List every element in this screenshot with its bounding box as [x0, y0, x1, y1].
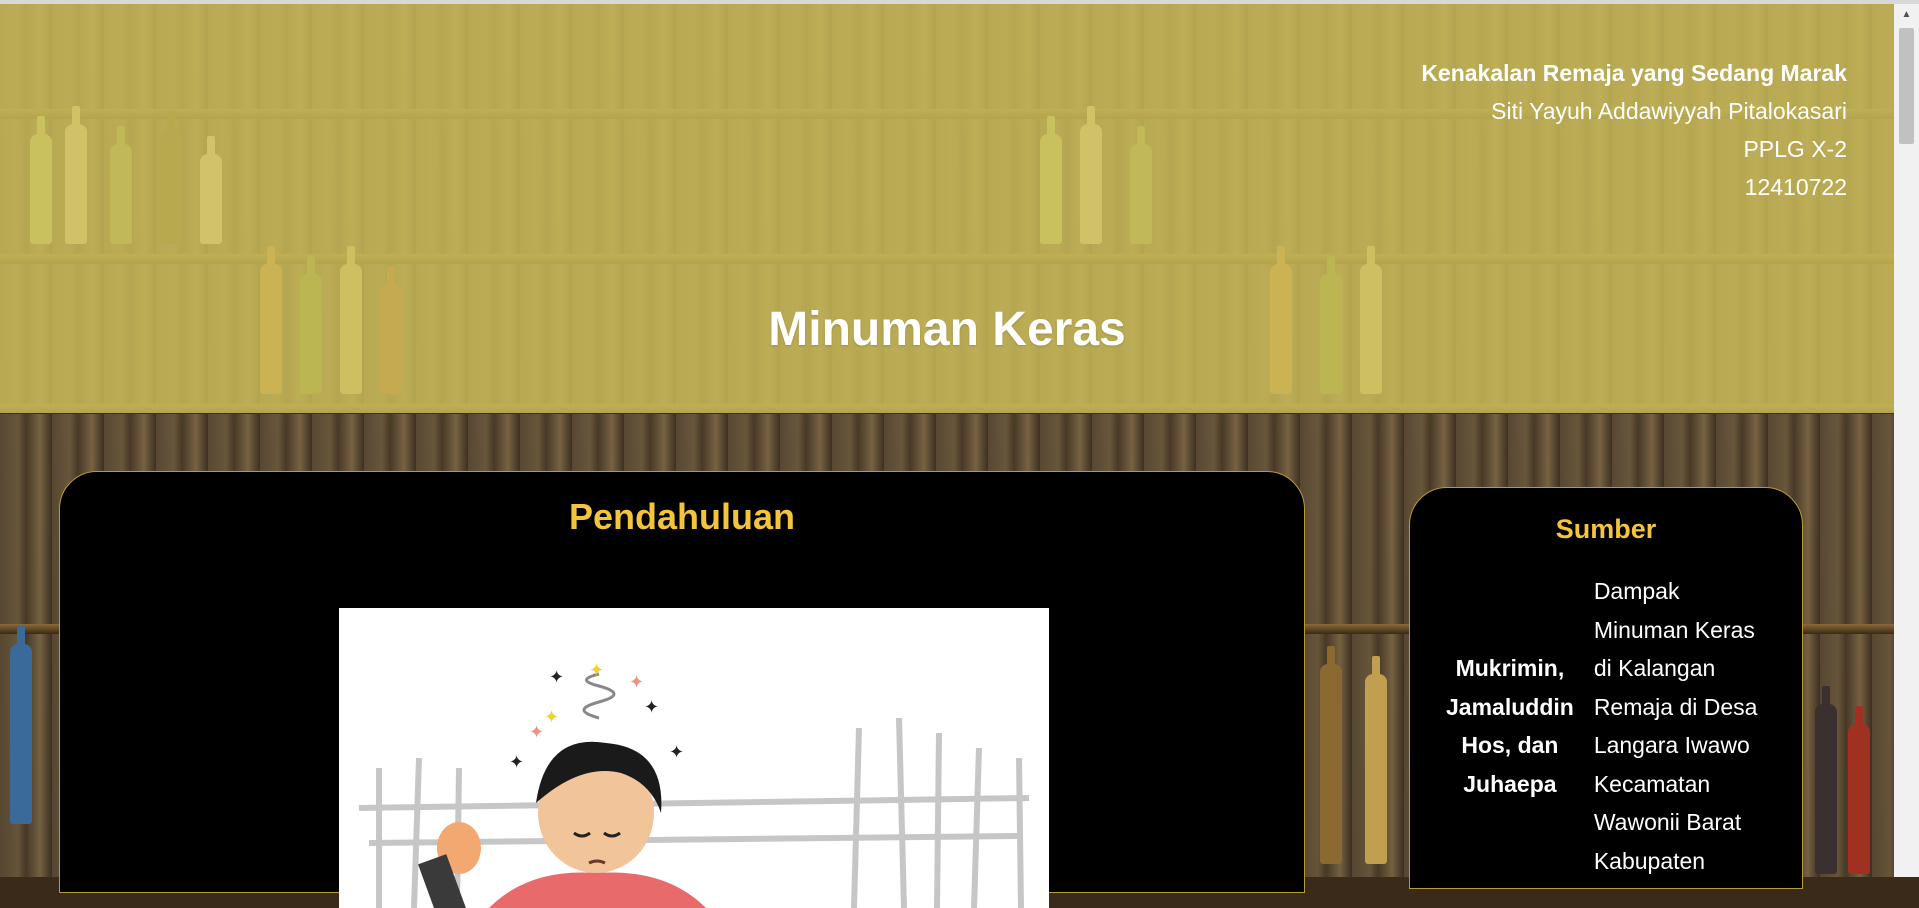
drunk-teen-illustration: ✦ ✦ ✦ ✦ ✦ ✦ ✦ ✦: [339, 608, 1049, 908]
sources-panel: Sumber Mukrimin, Jamaluddin Hos, dan Juh…: [1409, 487, 1803, 889]
page-title: Minuman Keras: [768, 303, 1126, 356]
table-row: Mukrimin, Jamaluddin Hos, dan Juhaepa Da…: [1436, 572, 1786, 880]
intro-panel: Pendahuluan ✦ ✦ ✦ ✦ ✦ ✦ ✦ ✦: [59, 471, 1305, 908]
svg-text:✦: ✦: [629, 672, 644, 692]
scrollbar-thumb[interactable]: [1899, 28, 1914, 144]
class-name: PPLG X-2: [1743, 136, 1847, 162]
illustration-drawing: ✦ ✦ ✦ ✦ ✦ ✦ ✦ ✦: [358, 660, 1030, 908]
vertical-scrollbar[interactable]: ▲: [1894, 4, 1919, 877]
source-reference: Dampak Minuman Keras di Kalangan Remaja …: [1593, 578, 1758, 874]
svg-text:✦: ✦: [549, 667, 564, 687]
header-banner: Kenakalan Remaja yang Sedang Marak Siti …: [0, 4, 1894, 413]
svg-text:✦: ✦: [544, 707, 559, 727]
svg-text:✦: ✦: [669, 742, 684, 762]
source-authors: Mukrimin, Jamaluddin Hos, dan Juhaepa: [1446, 655, 1574, 797]
header-info: Kenakalan Remaja yang Sedang Marak Siti …: [1421, 54, 1847, 206]
svg-text:✦: ✦: [509, 752, 524, 772]
svg-text:✦: ✦: [644, 697, 659, 717]
author-name: Siti Yayuh Addawiyyah Pitalokasari: [1491, 98, 1847, 124]
svg-text:✦: ✦: [529, 722, 544, 742]
svg-text:✦: ✦: [589, 660, 604, 680]
intro-heading: Pendahuluan: [568, 496, 796, 537]
sources-heading: Sumber: [1555, 514, 1657, 544]
scroll-up-icon[interactable]: ▲: [1894, 4, 1919, 26]
student-id: 12410722: [1744, 174, 1847, 200]
sources-table: Mukrimin, Jamaluddin Hos, dan Juhaepa Da…: [1436, 572, 1786, 880]
article-title: Kenakalan Remaja yang Sedang Marak: [1421, 60, 1847, 86]
